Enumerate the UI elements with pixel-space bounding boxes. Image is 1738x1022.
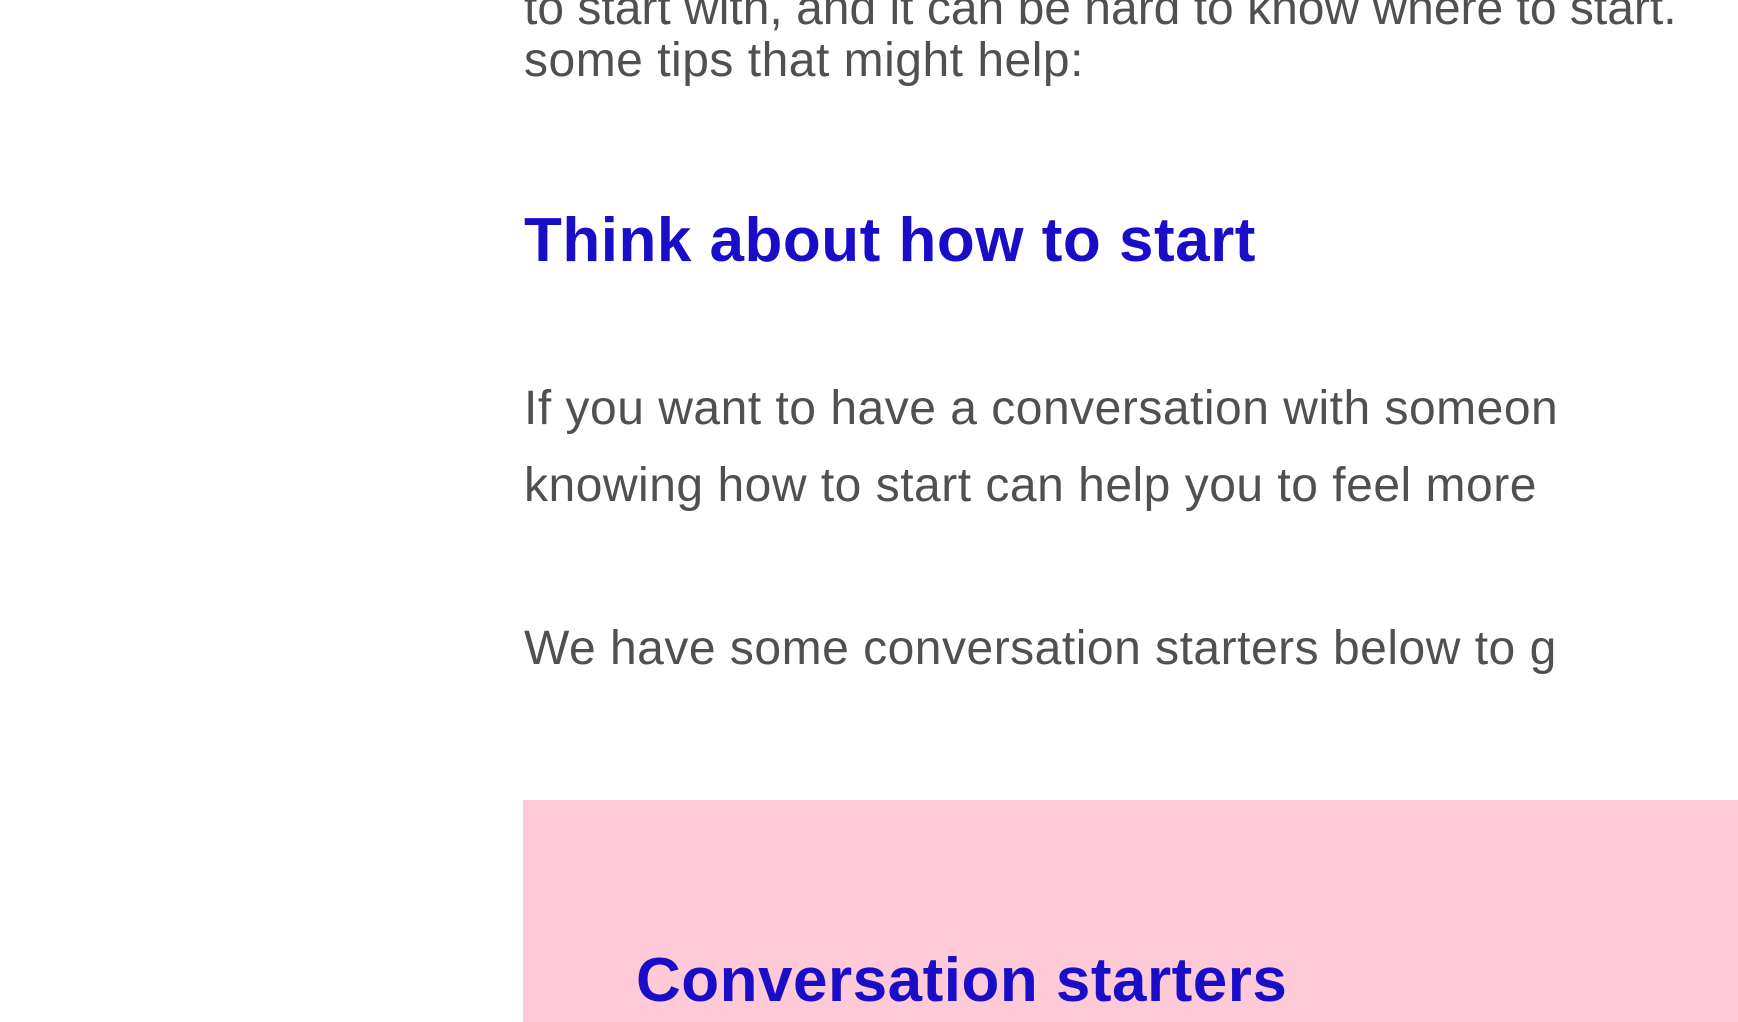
article-page: to start with, and it can be hard to kno… xyxy=(0,0,1738,1022)
paragraph-2-line-1: We have some conversation starters below… xyxy=(524,622,1557,675)
paragraph-1-line-2: knowing how to start can help you to fee… xyxy=(524,459,1537,512)
conversation-starters-heading: Conversation starters xyxy=(636,946,1288,1015)
intro-text-line: some tips that might help: xyxy=(524,34,1084,87)
section-heading-think-about-how-to-start: Think about how to start xyxy=(524,206,1256,275)
paragraph-1-line-1: If you want to have a conversation with … xyxy=(524,382,1559,435)
conversation-starters-box: Conversation starters xyxy=(523,800,1738,1022)
